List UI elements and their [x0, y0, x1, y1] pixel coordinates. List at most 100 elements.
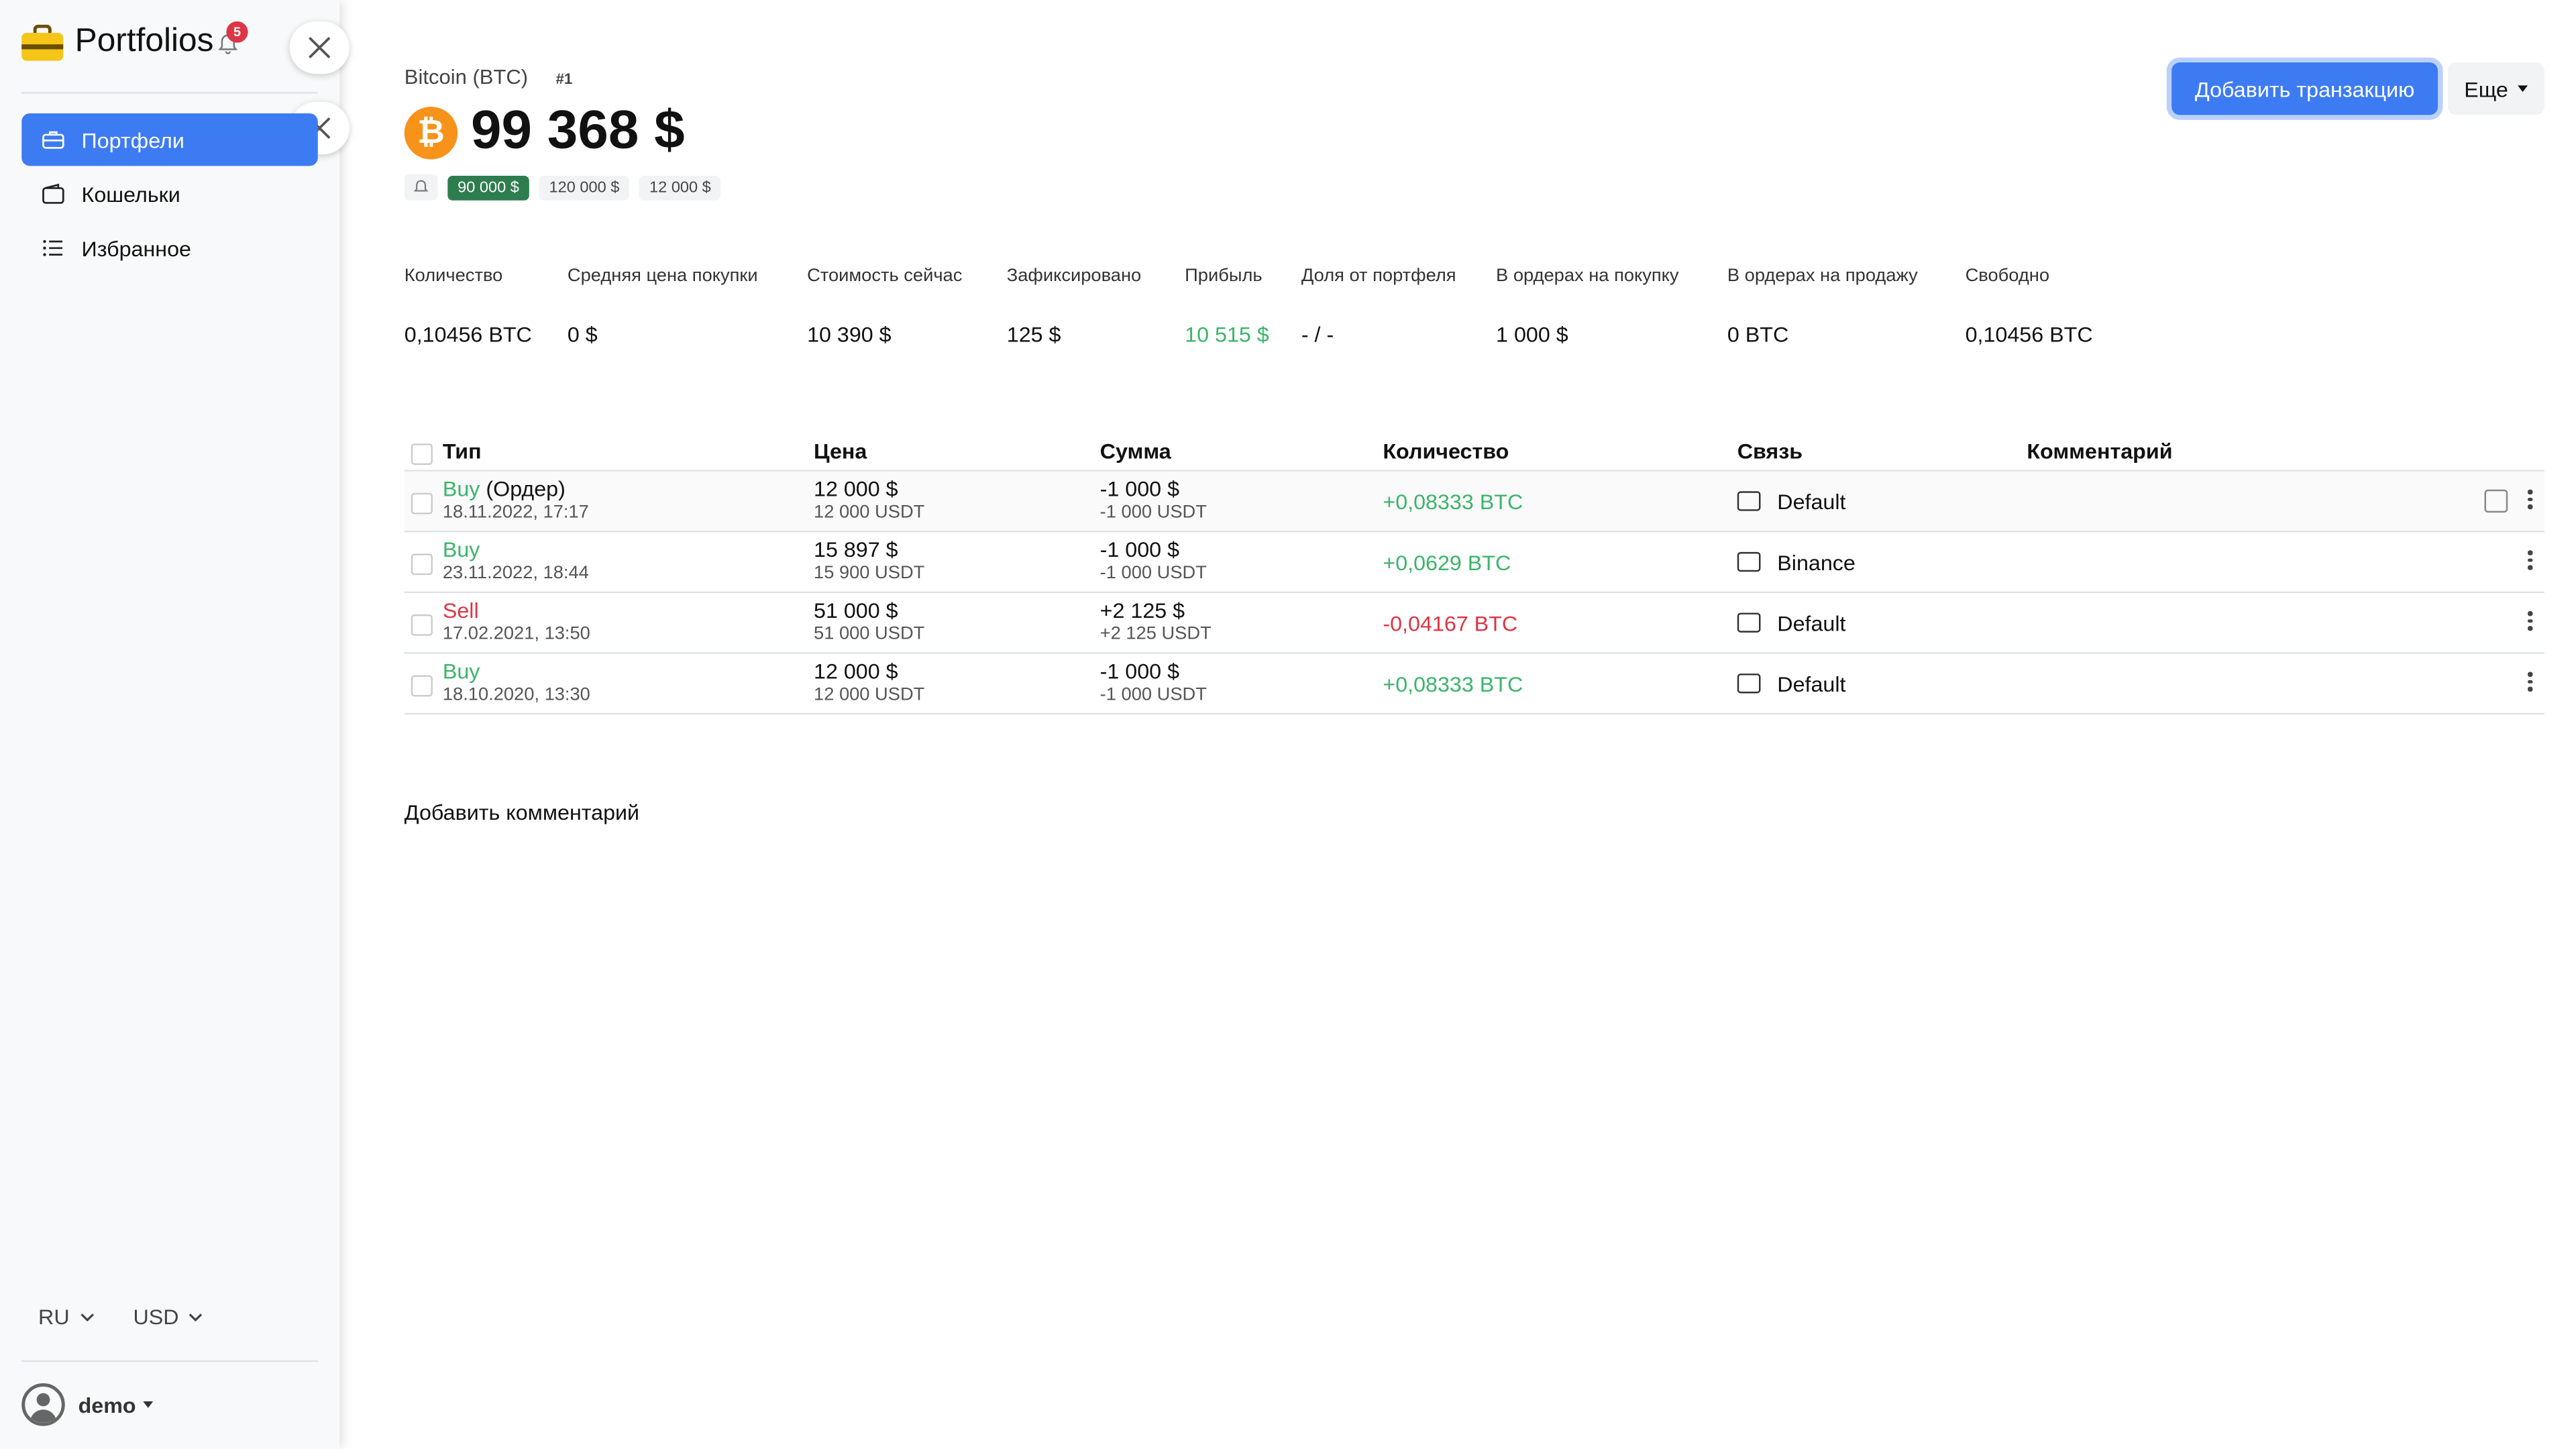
- alert-pill[interactable]: 120 000 $: [539, 174, 630, 200]
- add-transaction-button[interactable]: Добавить транзакцию: [2171, 62, 2438, 115]
- stat-label: В ордерах на продажу: [1727, 266, 1918, 286]
- alert-bell-icon[interactable]: [404, 174, 438, 201]
- sum-value: -1 000 $: [1099, 537, 1180, 562]
- cell-quantity: +0,0629 BTC: [1383, 550, 1511, 576]
- stat-value: 10 390 $: [807, 322, 892, 347]
- row-menu-icon[interactable]: [2528, 489, 2534, 513]
- sum-sub: -1 000 USDT: [1099, 685, 1207, 705]
- stat-free: Свободно 0,10456 BTC: [1966, 266, 2093, 347]
- wallet-icon: [1737, 674, 1761, 694]
- row-checkbox[interactable]: [411, 492, 433, 515]
- more-label: Еще: [2464, 76, 2508, 101]
- chevron-down-icon: [80, 1312, 94, 1321]
- stat-label: Прибыль: [1185, 266, 1263, 286]
- stat-label: Свободно: [1965, 266, 2050, 286]
- chevron-down-icon: [189, 1312, 203, 1321]
- sidebar-item-favorites[interactable]: Избранное: [21, 222, 318, 274]
- close-icon: [309, 37, 331, 59]
- sidebar-item-label: Избранное: [81, 235, 191, 261]
- main-content: Bitcoin (BTC) #1 ₿ 99 368 $ 90 000 $ 120…: [404, 0, 2551, 1449]
- column-header-quantity[interactable]: Количество: [1383, 439, 1509, 464]
- confirm-checkbox-icon[interactable]: [2484, 489, 2508, 513]
- row-menu-icon[interactable]: [2528, 672, 2534, 695]
- currency-select[interactable]: USD: [133, 1304, 203, 1330]
- stat-realized: Зафиксировано 125 $: [1007, 266, 1141, 347]
- transactions-table: Тип Цена Сумма Количество Связь Коммента…: [404, 434, 2544, 715]
- row-menu-icon[interactable]: [2528, 550, 2534, 573]
- price-sub: 15 900 USDT: [814, 564, 925, 584]
- table-row[interactable]: Buy 23.11.2022, 18:44 15 897 $ 15 900 US…: [404, 532, 2544, 594]
- wallet-icon: [1737, 612, 1761, 633]
- cell-price: 12 000 $ 12 000 USDT: [814, 659, 924, 705]
- table-row[interactable]: Buy 18.10.2020, 13:30 12 000 $ 12 000 US…: [404, 654, 2544, 715]
- divider: [21, 1360, 318, 1362]
- price-value: 12 000 $: [814, 659, 898, 684]
- column-header-price[interactable]: Цена: [814, 439, 867, 464]
- list-icon: [43, 239, 63, 256]
- stat-value: 0 BTC: [1727, 322, 1789, 347]
- close-sidebar-button[interactable]: [289, 21, 350, 74]
- column-header-link[interactable]: Связь: [1737, 439, 1803, 464]
- transaction-date: 17.02.2021, 13:50: [442, 624, 590, 645]
- cell-quantity: +0,08333 BTC: [1383, 672, 1523, 697]
- stat-label: Стоимость сейчас: [807, 266, 963, 286]
- row-checkbox[interactable]: [411, 675, 433, 697]
- stat-value: 125 $: [1006, 322, 1061, 347]
- stat-label: Зафиксировано: [1006, 266, 1142, 286]
- stat-value: 0 $: [567, 322, 598, 347]
- row-menu-icon[interactable]: [2528, 611, 2534, 634]
- select-all-checkbox[interactable]: [411, 443, 433, 466]
- column-header-sum[interactable]: Сумма: [1100, 439, 1171, 464]
- currency-value: USD: [133, 1304, 179, 1330]
- sidebar-item-wallets[interactable]: Кошельки: [21, 168, 318, 220]
- cell-link: Default: [1737, 489, 1846, 515]
- stat-value: 0,10456 BTC: [404, 322, 532, 347]
- price-sub: 12 000 USDT: [814, 502, 925, 523]
- username: demo: [78, 1392, 136, 1417]
- language-select[interactable]: RU: [38, 1305, 95, 1329]
- transaction-type: Buy: [442, 476, 480, 501]
- stat-value: 0,10456 BTC: [1965, 322, 2093, 347]
- link-name: Binance: [1777, 550, 1856, 576]
- stat-label: Количество: [404, 266, 503, 286]
- alert-pill[interactable]: 90 000 $: [447, 174, 529, 200]
- cell-sum: -1 000 $ -1 000 USDT: [1100, 659, 1207, 705]
- stat-buy-orders: В ордерах на покупку 1 000 $: [1496, 266, 1679, 347]
- sum-value: -1 000 $: [1099, 659, 1180, 684]
- stat-quantity: Количество 0,10456 BTC: [405, 266, 532, 347]
- briefcase-logo-icon: [21, 23, 64, 60]
- table-row[interactable]: Sell 17.02.2021, 13:50 51 000 $ 51 000 U…: [404, 593, 2544, 654]
- cell-type: Buy 18.10.2020, 13:30: [443, 659, 590, 705]
- cell-sum: -1 000 $ -1 000 USDT: [1100, 476, 1207, 523]
- brand[interactable]: Portfolios: [21, 23, 213, 60]
- column-header-type[interactable]: Тип: [443, 439, 482, 464]
- wallet-icon: [42, 183, 64, 204]
- asset-price: 99 368 $: [471, 98, 685, 160]
- table-row[interactable]: Buy (Ордер) 18.11.2022, 17:17 12 000 $ 1…: [404, 471, 2544, 533]
- alert-pill[interactable]: 12 000 $: [639, 174, 721, 200]
- stat-label: Средняя цена покупки: [567, 266, 758, 286]
- stat-value: 1 000 $: [1496, 322, 1568, 347]
- user-menu[interactable]: demo: [21, 1383, 153, 1426]
- price-value: 12 000 $: [814, 476, 898, 501]
- cell-sum: +2 125 $ +2 125 USDT: [1100, 598, 1212, 644]
- row-checkbox[interactable]: [411, 614, 433, 636]
- price-alerts: 90 000 $ 120 000 $ 12 000 $: [404, 174, 731, 201]
- stat-portfolio-share: Доля от портфеля - / -: [1301, 266, 1456, 347]
- price-value: 51 000 $: [814, 598, 898, 623]
- column-header-comment[interactable]: Комментарий: [2027, 439, 2172, 464]
- sidebar-item-portfolios[interactable]: Портфели: [21, 113, 318, 166]
- sum-value: -1 000 $: [1099, 476, 1180, 501]
- link-name: Default: [1777, 611, 1846, 636]
- cell-price: 15 897 $ 15 900 USDT: [814, 537, 924, 584]
- link-name: Default: [1777, 489, 1846, 515]
- add-comment-link[interactable]: Добавить комментарий: [405, 800, 639, 825]
- stat-value: - / -: [1301, 322, 1334, 347]
- cell-link: Default: [1737, 611, 1846, 636]
- cell-sum: -1 000 $ -1 000 USDT: [1100, 537, 1207, 584]
- row-checkbox[interactable]: [411, 553, 433, 576]
- more-dropdown-button[interactable]: Еще: [2447, 62, 2544, 115]
- cell-quantity: -0,04167 BTC: [1383, 611, 1518, 636]
- sum-sub: +2 125 USDT: [1099, 624, 1212, 645]
- stat-current-value: Стоимость сейчас 10 390 $: [807, 266, 962, 347]
